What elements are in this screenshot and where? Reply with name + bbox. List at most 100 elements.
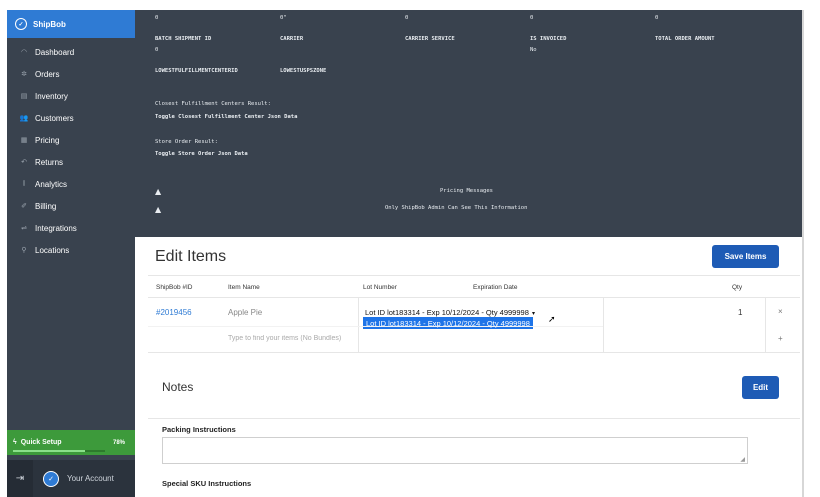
warning-icon: ▲ <box>155 187 162 196</box>
dashboard-icon: ◠ <box>20 49 28 56</box>
analytics-icon: ⫾ <box>22 180 26 187</box>
closest-result-label: Closest Fulfillment Centers Result: <box>155 101 271 107</box>
debug-header: LOWESTFULFILLMENTCENTERID <box>155 68 238 74</box>
debug-header: CARRIER SERVICE <box>405 36 455 42</box>
sidebar-nav: ◠ Dashboard ✲ Orders ▤ Inventory 👥 Customers… <box>7 38 135 261</box>
billing-icon: ✐ <box>21 203 27 210</box>
column-header-expiration: Expiration Date <box>473 284 518 291</box>
column-header-id: ShipBob #ID <box>156 284 193 291</box>
sidebar-item-label: Billing <box>35 201 57 211</box>
your-account-link[interactable]: Your Account <box>67 474 114 483</box>
page-scrollbar[interactable] <box>802 10 804 497</box>
brand-name: ShipBob <box>33 19 66 29</box>
debug-value: No <box>530 47 537 53</box>
divider <box>358 298 359 352</box>
shipbob-logo-icon: ✓ <box>15 18 27 30</box>
quick-setup-label: Quick Setup <box>20 439 62 446</box>
inventory-icon: ▤ <box>20 93 28 100</box>
quick-setup[interactable]: ϟ Quick Setup 78% <box>7 430 135 455</box>
debug-value: 0 <box>155 47 159 53</box>
edit-items-title: Edit Items <box>155 248 227 265</box>
column-header-qty: Qty <box>732 284 743 291</box>
notes-title: Notes <box>162 380 194 394</box>
quick-setup-percent: 78% <box>112 439 125 446</box>
sidebar-item-label: Pricing <box>35 135 60 145</box>
sidebar: ✓ ShipBob ◠ Dashboard ✲ Orders ▤ Inventory … <box>7 10 135 497</box>
debug-value: 0 <box>405 15 409 21</box>
sidebar-item-label: Orders <box>35 69 60 79</box>
sidebar-item-inventory[interactable]: ▤ Inventory <box>7 85 135 107</box>
logout-icon[interactable]: ⇥ <box>7 460 33 497</box>
sidebar-item-dashboard[interactable]: ◠ Dashboard <box>7 41 135 63</box>
returns-icon: ↶ <box>21 159 27 166</box>
pricing-messages-label: Pricing Messages <box>440 188 493 194</box>
closest-toggle-link[interactable]: Toggle Closest Fulfillment Center Json D… <box>155 114 297 120</box>
app-root: ✓ ShipBob ◠ Dashboard ✲ Orders ▤ Inventory … <box>0 0 820 497</box>
debug-value: 0" <box>280 15 287 21</box>
column-header-item-name: Item Name <box>228 284 260 291</box>
debug-header: LOWESTUSPSZONE <box>280 68 327 74</box>
admin-note: Only ShipBob Admin Can See This Informat… <box>385 205 528 211</box>
sidebar-item-integrations[interactable]: ⇌ Integrations <box>7 217 135 239</box>
sidebar-item-billing[interactable]: ✐ Billing <box>7 195 135 217</box>
sidebar-item-orders[interactable]: ✲ Orders <box>7 63 135 85</box>
debug-header: IS INVOICED <box>530 36 567 42</box>
lightning-icon: ϟ <box>13 439 17 446</box>
store-toggle-link[interactable]: Toggle Store Order Json Data <box>155 151 248 157</box>
sidebar-item-customers[interactable]: 👥 Customers <box>7 107 135 129</box>
chevron-down-icon: ▾ <box>531 311 535 317</box>
item-search-input[interactable]: Type to find your items (No Bundles) <box>228 335 356 342</box>
item-name: Apple Pie <box>228 308 263 317</box>
sidebar-item-locations[interactable]: ⚲ Locations <box>7 239 135 261</box>
edit-notes-button[interactable]: Edit <box>742 376 779 399</box>
column-header-lot-number: Lot Number <box>363 284 397 291</box>
packing-instructions-label: Packing Instructions <box>162 425 236 434</box>
special-sku-instructions-label: Special SKU Instructions <box>162 479 252 488</box>
divider <box>148 418 800 419</box>
mouse-cursor-icon: ➚ <box>548 314 556 324</box>
divider <box>765 298 766 352</box>
quick-setup-progress <box>13 450 105 452</box>
orders-icon: ✲ <box>21 71 27 78</box>
divider <box>603 298 604 352</box>
save-items-button[interactable]: Save Items <box>712 245 779 268</box>
sidebar-item-label: Locations <box>35 245 70 255</box>
sidebar-item-label: Integrations <box>35 223 77 233</box>
avatar[interactable]: ✓ <box>43 470 59 487</box>
debug-value: 0 <box>530 15 534 21</box>
lot-selected-value: Lot ID lot183314 - Exp 10/12/2024 - Qty … <box>365 308 529 317</box>
sidebar-item-label: Customers <box>35 113 74 123</box>
debug-panel: 0 0" 0 0 0 BATCH SHIPMENT ID CARRIER CAR… <box>135 10 802 237</box>
quick-setup-progress-fill <box>13 450 85 452</box>
debug-header: BATCH SHIPMENT ID <box>155 36 212 42</box>
pricing-icon: ▦ <box>20 137 28 144</box>
store-result-label: Store Order Result: <box>155 139 218 145</box>
shipbob-id-link[interactable]: #2019456 <box>156 308 192 317</box>
lot-number-select[interactable]: Lot ID lot183314 - Exp 10/12/2024 - Qty … <box>365 308 535 317</box>
qty-value[interactable]: 1 <box>738 308 742 317</box>
packing-instructions-field[interactable]: ◢ <box>162 437 748 464</box>
debug-header: TOTAL ORDER AMOUNT <box>655 36 715 42</box>
account-bar: ⇥ ✓ Your Account <box>7 460 135 497</box>
sidebar-item-pricing[interactable]: ▦ Pricing <box>7 129 135 151</box>
sidebar-item-label: Inventory <box>35 91 68 101</box>
sidebar-item-label: Returns <box>35 157 64 167</box>
debug-value: 0 <box>155 15 159 21</box>
brand-header[interactable]: ✓ ShipBob <box>7 10 135 38</box>
integrations-icon: ⇌ <box>21 225 27 232</box>
debug-value: 0 <box>655 15 659 21</box>
divider <box>148 326 603 327</box>
warning-icon: ▲ <box>155 205 162 214</box>
remove-item-icon[interactable]: × <box>778 307 783 316</box>
divider <box>148 352 800 353</box>
customers-icon: 👥 <box>19 115 29 122</box>
sidebar-item-label: Analytics <box>35 179 68 189</box>
locations-icon: ⚲ <box>21 247 27 254</box>
add-item-icon[interactable]: + <box>778 334 783 343</box>
resize-handle-icon[interactable]: ◢ <box>740 456 745 463</box>
debug-header: CARRIER <box>280 36 304 42</box>
sidebar-item-label: Dashboard <box>35 47 75 57</box>
sidebar-item-returns[interactable]: ↶ Returns <box>7 151 135 173</box>
sidebar-item-analytics[interactable]: ⫾ Analytics <box>7 173 135 195</box>
divider <box>148 275 800 276</box>
